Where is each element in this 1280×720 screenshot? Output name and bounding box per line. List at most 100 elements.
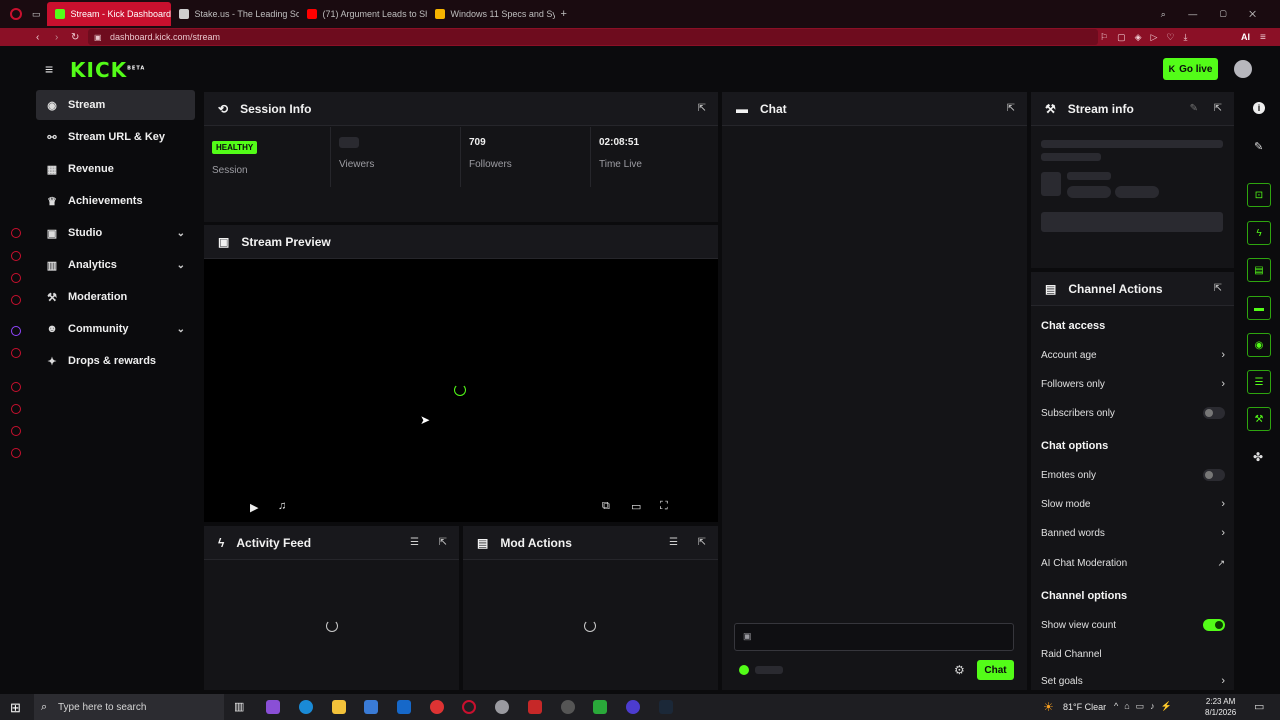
lightning-icon[interactable]: ϟ	[1247, 221, 1271, 245]
avatar[interactable]	[1234, 60, 1252, 78]
sidebar-item-stream[interactable]: ◉ Stream	[36, 90, 195, 120]
toggle-switch[interactable]	[1203, 619, 1225, 631]
gear-icon[interactable]: ⚙	[954, 663, 965, 677]
adobe-icon[interactable]	[528, 700, 542, 714]
channel-action-raid-channel[interactable]: Raid Channel	[1041, 647, 1225, 661]
sidebar-item-studio[interactable]: ▣ Studio ⌄	[36, 218, 195, 248]
xbox-icon[interactable]	[593, 700, 607, 714]
channel-action-ai-chat-moderation[interactable]: AI Chat Moderation ↗	[1041, 556, 1225, 570]
back-icon[interactable]: ‹	[36, 32, 39, 43]
send-chat-button[interactable]: Chat	[977, 660, 1014, 680]
browser-toolbar-icons[interactable]: ⚐▢◈▷♡⤓	[1100, 32, 1196, 43]
browser-tab[interactable]: (71) Argument Leads to Sh	[299, 2, 427, 26]
file-explorer-icon[interactable]	[332, 700, 346, 714]
taskbar-search-input[interactable]: ⌕ Type here to search	[34, 694, 224, 720]
rail-percent-icon[interactable]	[11, 348, 21, 358]
edge-icon[interactable]	[299, 700, 313, 714]
info-icon[interactable]: i	[1253, 102, 1265, 114]
popout-icon[interactable]: ⇱	[439, 537, 447, 548]
ai-button[interactable]: AI	[1241, 32, 1250, 42]
reload-icon[interactable]: ↻	[71, 32, 79, 43]
miniplayer-icon[interactable]: ⧉	[602, 500, 610, 513]
store-icon[interactable]	[364, 700, 378, 714]
url-field[interactable]: ▣ dashboard.kick.com/stream	[88, 29, 1098, 45]
play-icon[interactable]: ▶	[250, 501, 258, 514]
rail-twitch-icon[interactable]	[11, 326, 21, 336]
chrome-icon[interactable]	[430, 700, 444, 714]
rail-recent-icon[interactable]	[11, 228, 21, 238]
theatre-icon[interactable]: ▭	[631, 500, 641, 513]
widgets-icon[interactable]: ✤	[1253, 450, 1263, 464]
chat-bubble-icon[interactable]: ▬	[1247, 296, 1271, 320]
channel-action-subscribers-only[interactable]: Subscribers only	[1041, 406, 1225, 420]
toggle-switch[interactable]	[1203, 469, 1225, 481]
channel-action-emotes-only[interactable]: Emotes only	[1041, 468, 1225, 482]
window-controls[interactable]: ⌕ — ▢ ✕	[1161, 9, 1266, 20]
clock[interactable]: 2:23 AM 8/1/2026	[1205, 696, 1236, 718]
copilot-icon[interactable]	[266, 700, 280, 714]
browser-tab[interactable]: Stream - Kick Dashboard	[46, 2, 171, 26]
pencil-icon[interactable]: ✎	[1254, 140, 1263, 153]
rail-shop-icon[interactable]	[11, 251, 21, 261]
popout-icon[interactable]: ⇱	[1214, 283, 1222, 294]
mail-icon[interactable]	[397, 700, 411, 714]
weather-text[interactable]: 81°F Clear	[1063, 702, 1106, 712]
toggle-switch[interactable]	[1203, 407, 1225, 419]
menu-icon[interactable]: ≡	[1260, 32, 1266, 43]
sidebar-item-analytics[interactable]: ▥ Analytics ⌄	[36, 250, 195, 280]
rail-player-icon[interactable]	[11, 382, 21, 392]
rail-mail-icon[interactable]	[11, 295, 21, 305]
filter-icon[interactable]: ☰	[669, 537, 678, 548]
broadcast-icon[interactable]: ◉	[1247, 333, 1271, 357]
clipboard-icon[interactable]: ▤	[1247, 258, 1271, 282]
steam-icon[interactable]	[659, 700, 673, 714]
settings-icon[interactable]	[495, 700, 509, 714]
chevron-down-icon[interactable]: ⌄	[177, 228, 185, 239]
channel-action-set-goals[interactable]: Set goals ›	[1041, 676, 1225, 686]
tab-overview-icon[interactable]: ▭	[32, 9, 41, 20]
notification-icon[interactable]: ▭	[1254, 700, 1264, 713]
app-icon[interactable]	[561, 700, 575, 714]
fullscreen-icon[interactable]: ⛶	[660, 500, 668, 513]
popout-icon[interactable]: ⇱	[698, 537, 706, 548]
volume-icon[interactable]: ♫	[278, 500, 286, 512]
forward-icon[interactable]: ›	[55, 32, 58, 43]
sidebar-item-moderation[interactable]: ⚒ Moderation	[36, 282, 195, 312]
opera-logo-icon[interactable]	[10, 8, 22, 20]
sidebar-item-stream-url-key[interactable]: ⚯ Stream URL & Key	[36, 122, 195, 152]
channel-action-account-age[interactable]: Account age ›	[1041, 348, 1225, 362]
edit-icon[interactable]: ✎	[1190, 103, 1198, 114]
channel-action-show-view-count[interactable]: Show view count	[1041, 618, 1225, 632]
sidebar-item-community[interactable]: ☻ Community ⌄	[36, 314, 195, 344]
rail-settings-icon[interactable]	[11, 448, 21, 458]
popout-icon[interactable]: ⇱	[698, 103, 706, 114]
rail-history-icon[interactable]	[11, 404, 21, 414]
tray-icons[interactable]: ^⌂▭♪⚡	[1114, 701, 1178, 712]
obs-icon[interactable]	[626, 700, 640, 714]
channel-action-followers-only[interactable]: Followers only ›	[1041, 377, 1225, 391]
rail-ext-icon[interactable]	[11, 426, 21, 436]
popout-icon[interactable]: ⇱	[1214, 103, 1222, 114]
rail-messenger-icon[interactable]	[11, 273, 21, 283]
chevron-down-icon[interactable]: ⌄	[177, 260, 185, 271]
sidebar-item-drops-rewards[interactable]: ✦ Drops & rewards	[36, 346, 195, 376]
browser-tab[interactable]: Stake.us - The Leading So	[171, 2, 299, 26]
chat-input[interactable]: ▣	[734, 623, 1014, 651]
task-view-icon[interactable]: ▥	[234, 700, 244, 713]
sidebar-item-achievements[interactable]: ♛ Achievements	[36, 186, 195, 216]
sidebar-item-revenue[interactable]: ▦ Revenue	[36, 154, 195, 184]
start-icon[interactable]: ⊞	[10, 700, 21, 716]
channel-action-slow-mode[interactable]: Slow mode ›	[1041, 497, 1225, 511]
channel-action-banned-words[interactable]: Banned words ›	[1041, 526, 1225, 540]
new-tab-button[interactable]: +	[561, 8, 567, 20]
hamburger-icon[interactable]: ≡	[45, 61, 53, 77]
browser-tab[interactable]: Windows 11 Specs and Sys	[427, 2, 555, 26]
chevron-down-icon[interactable]: ⌄	[177, 324, 185, 335]
filter-icon[interactable]: ☰	[410, 537, 419, 548]
opera-icon[interactable]	[462, 700, 476, 714]
go-live-button[interactable]: K Go live	[1163, 58, 1218, 80]
kick-logo[interactable]: KICKBETA	[70, 58, 145, 82]
scan-icon[interactable]: ⊡	[1247, 183, 1271, 207]
wrench-icon[interactable]: ⚒	[1247, 407, 1271, 431]
popout-icon[interactable]: ⇱	[1007, 103, 1015, 114]
